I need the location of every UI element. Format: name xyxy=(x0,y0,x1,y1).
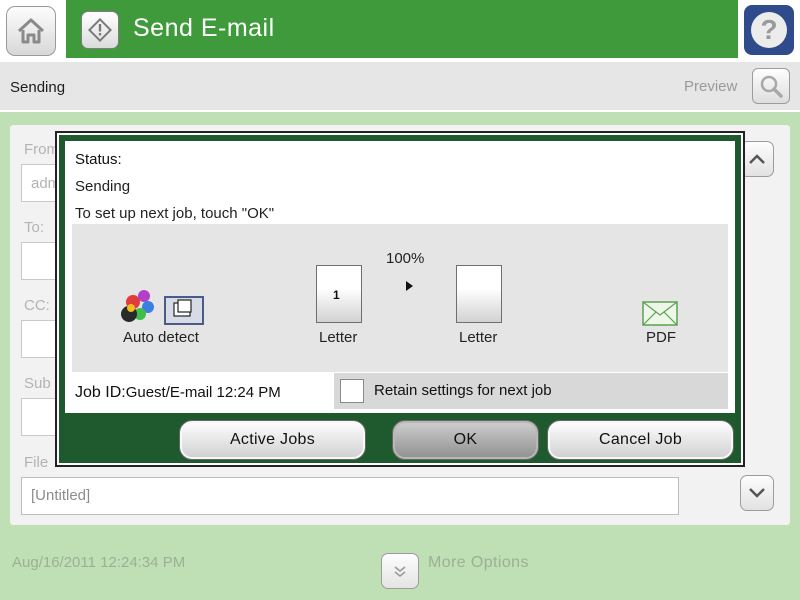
start-icon xyxy=(88,18,112,42)
page-title: Send E-mail xyxy=(133,14,275,42)
from-label: From xyxy=(24,141,59,158)
instruction-text: To set up next job, touch "OK" xyxy=(75,205,275,222)
timestamp: Aug/16/2011 12:24:34 PM xyxy=(12,554,186,571)
chevron-up-icon xyxy=(749,154,765,164)
envelope-icon xyxy=(642,301,678,326)
status-title: Status: xyxy=(75,151,122,168)
status-text: Sending xyxy=(75,178,131,195)
double-chevron-down-icon xyxy=(394,566,406,578)
status-bar xyxy=(0,62,800,112)
home-button[interactable] xyxy=(6,6,56,56)
ok-button[interactable]: OK xyxy=(392,420,539,460)
job-id-value: Guest/E-mail 12:24 PM xyxy=(125,384,281,401)
more-options-label: More Options xyxy=(428,554,529,571)
file-type-label: PDF xyxy=(646,329,676,346)
more-options-button[interactable] xyxy=(381,553,419,589)
cc-label: CC: xyxy=(24,297,50,314)
original-page-number: 1 xyxy=(333,288,340,302)
job-id: Job ID:Guest/E-mail 12:24 PM xyxy=(75,384,281,402)
preview-button[interactable] xyxy=(752,68,790,104)
file-name-value: [Untitled] xyxy=(31,487,91,504)
help-icon: ? xyxy=(751,12,787,48)
job-id-label: Job ID: xyxy=(75,384,126,401)
home-icon xyxy=(17,18,45,44)
retain-settings-checkbox[interactable] xyxy=(340,379,364,403)
output-size-label: Letter xyxy=(459,329,498,346)
output-page-icon xyxy=(456,265,502,323)
help-button[interactable]: ? xyxy=(744,5,794,55)
sending-status: Sending xyxy=(10,79,66,96)
color-mode-label: Auto detect xyxy=(123,329,199,346)
arrow-right-icon xyxy=(406,281,413,291)
magnifier-icon xyxy=(760,75,783,98)
color-mode-icon xyxy=(121,290,204,325)
cancel-job-button[interactable]: Cancel Job xyxy=(547,420,734,460)
start-button[interactable] xyxy=(81,11,119,49)
active-jobs-button[interactable]: Active Jobs xyxy=(179,420,366,460)
subject-label: Sub xyxy=(24,375,51,392)
file-name-field[interactable] xyxy=(21,477,679,515)
preview-label: Preview xyxy=(684,78,738,95)
scroll-down-button[interactable] xyxy=(740,475,774,511)
to-label: To: xyxy=(24,219,45,236)
original-size-label: Letter xyxy=(319,329,358,346)
retain-settings-label: Retain settings for next job xyxy=(374,382,552,399)
scroll-up-button[interactable] xyxy=(740,141,774,177)
scale-label: 100% xyxy=(386,250,425,267)
chevron-down-icon xyxy=(749,488,765,498)
file-label: File xyxy=(24,454,49,471)
